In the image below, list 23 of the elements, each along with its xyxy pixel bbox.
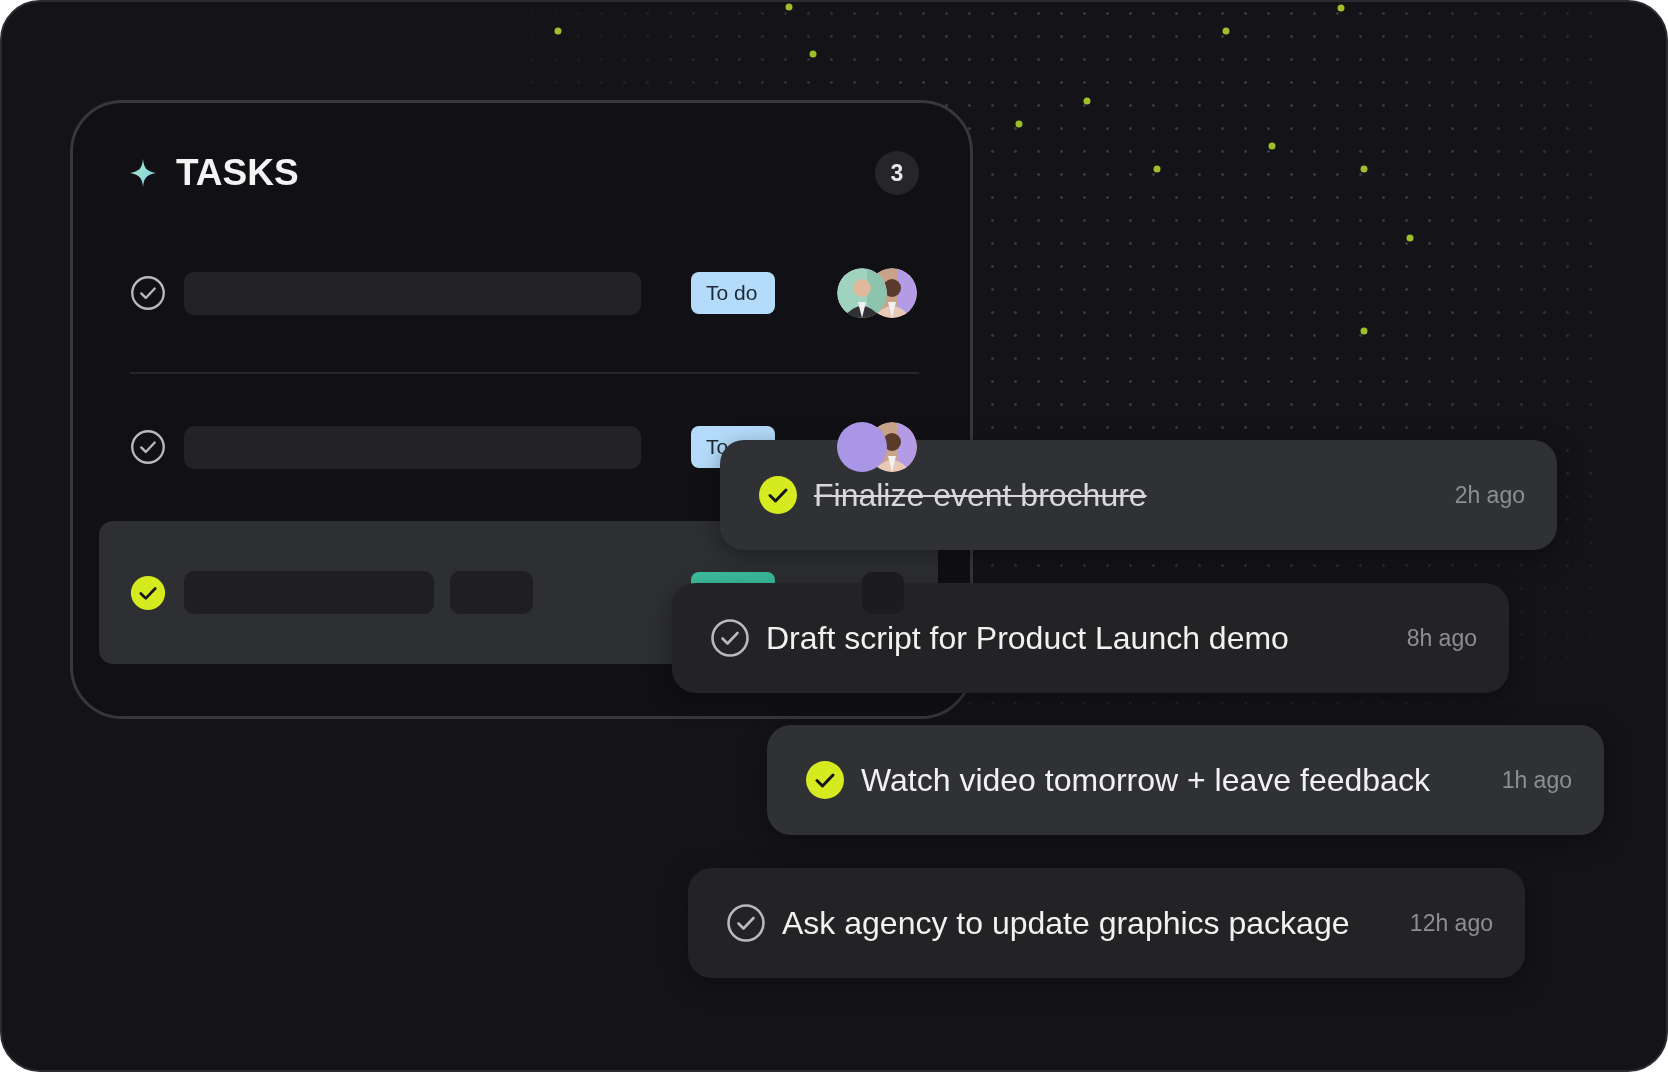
status-tag: To do	[691, 272, 775, 314]
task-title: Ask agency to update graphics package	[782, 904, 1350, 942]
timestamp: 12h ago	[1409, 909, 1493, 937]
timestamp: 8h ago	[1406, 624, 1477, 652]
task-notification-card[interactable]: Watch video tomorrow + leave feedback 1h ago	[767, 725, 1604, 835]
timestamp: 1h ago	[1501, 766, 1572, 794]
check-circle-icon[interactable]	[130, 275, 166, 311]
avatar	[837, 422, 887, 472]
check-circle-icon[interactable]	[726, 903, 766, 943]
check-icon[interactable]	[130, 574, 166, 611]
check-circle-icon[interactable]	[130, 429, 166, 465]
task-title: Finalize event brochure	[814, 476, 1147, 514]
panel-title: TASKS	[176, 152, 299, 194]
task-notification-card[interactable]: Ask agency to update graphics package 12h ago	[688, 868, 1525, 978]
task-notification-card[interactable]: Draft script for Product Launch demo 8h ago	[672, 583, 1509, 693]
task-title: Draft script for Product Launch demo	[766, 619, 1289, 657]
check-icon[interactable]	[758, 475, 798, 515]
check-circle-icon[interactable]	[710, 618, 750, 658]
sparkle-icon	[130, 159, 156, 187]
task-title: Watch video tomorrow + leave feedback	[861, 761, 1430, 799]
timestamp: 2h ago	[1454, 481, 1525, 509]
count-badge: 3	[875, 151, 919, 195]
check-icon[interactable]	[805, 760, 845, 800]
